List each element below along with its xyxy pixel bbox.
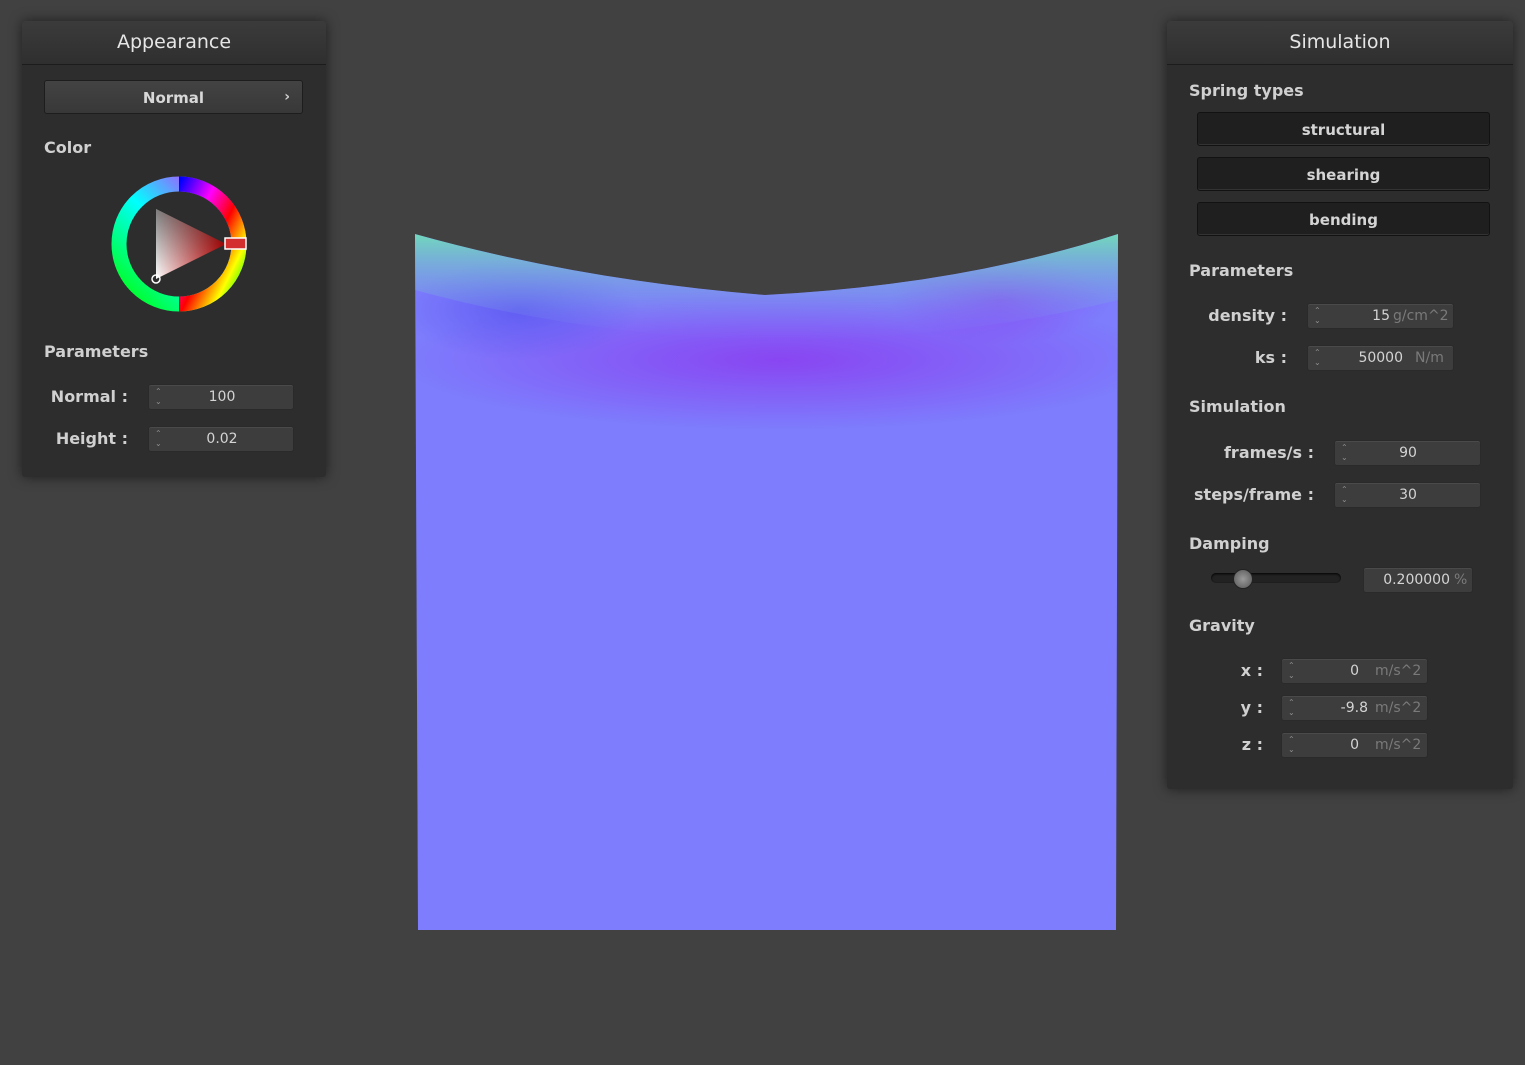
spinner-icon[interactable]: ⌃ ⌄ (1288, 698, 1295, 718)
structural-button[interactable]: structural (1197, 112, 1490, 146)
density-label: density : (1208, 306, 1287, 325)
appearance-parameters-label: Parameters (44, 342, 149, 361)
height-value: 0.02 (206, 431, 238, 447)
gravity-x-value: 0 (1350, 663, 1359, 679)
gravity-y-label: y : (1240, 698, 1263, 717)
ks-unit: N/m (1415, 350, 1444, 366)
fps-value: 90 (1399, 445, 1417, 461)
fps-label: frames/s : (1223, 443, 1314, 462)
spinner-icon[interactable]: ⌃ ⌄ (155, 387, 162, 407)
gravity-x-input[interactable]: ⌃ ⌄ 0 m/s^2 (1281, 658, 1428, 684)
gravity-x-label: x : (1240, 661, 1263, 680)
gravity-y-unit: m/s^2 (1375, 700, 1422, 716)
simulation-section-label: Simulation (1189, 397, 1286, 416)
hue-marker (224, 237, 247, 250)
spinner-icon[interactable]: ⌃ ⌄ (1288, 661, 1295, 681)
normal-input[interactable]: ⌃ ⌄ 100 (148, 384, 294, 410)
steps-label: steps/frame : (1194, 485, 1314, 504)
spinner-icon[interactable]: ⌃ ⌄ (1341, 485, 1348, 505)
shader-dropdown[interactable]: Normal › (44, 80, 303, 114)
damping-slider-thumb[interactable] (1233, 569, 1254, 589)
simulation-title: Simulation (1167, 21, 1513, 65)
spinner-icon[interactable]: ⌃ ⌄ (1314, 348, 1321, 368)
ks-label: ks : (1254, 348, 1287, 367)
spinner-icon[interactable]: ⌃ ⌄ (155, 429, 162, 449)
gravity-z-unit: m/s^2 (1375, 737, 1422, 753)
spinner-icon[interactable]: ⌃ ⌄ (1341, 443, 1348, 463)
color-wheel[interactable] (109, 174, 249, 314)
ks-value: 50000 (1358, 350, 1403, 366)
gravity-z-value: 0 (1350, 737, 1359, 753)
normal-label: Normal : (50, 387, 128, 406)
steps-value: 30 (1399, 487, 1417, 503)
bending-button[interactable]: bending (1197, 202, 1490, 236)
normal-value: 100 (208, 389, 236, 405)
chevron-right-icon: › (284, 89, 290, 105)
spinner-icon[interactable]: ⌃ ⌄ (1288, 735, 1295, 755)
density-input[interactable]: ⌃ ⌄ 15 g/cm^2 (1307, 303, 1454, 329)
gravity-z-input[interactable]: ⌃ ⌄ 0 m/s^2 (1281, 732, 1428, 758)
gravity-y-value: -9.8 (1340, 700, 1368, 716)
density-value: 15 (1372, 308, 1390, 324)
height-input[interactable]: ⌃ ⌄ 0.02 (148, 426, 294, 452)
appearance-panel: Appearance Normal › Color Parameters Nor… (22, 21, 326, 477)
appearance-title: Appearance (22, 21, 326, 65)
fps-input[interactable]: ⌃ ⌄ 90 (1334, 440, 1481, 466)
gravity-x-unit: m/s^2 (1375, 663, 1422, 679)
spring-types-label: Spring types (1189, 81, 1304, 100)
shader-dropdown-label: Normal (142, 89, 205, 107)
simulation-panel: Simulation Spring types structural shear… (1167, 21, 1513, 789)
sim-parameters-label: Parameters (1189, 261, 1294, 280)
height-label: Height : (55, 429, 128, 448)
damping-value: 0.200000 (1383, 572, 1450, 588)
steps-input[interactable]: ⌃ ⌄ 30 (1334, 482, 1481, 508)
gravity-z-label: z : (1241, 735, 1263, 754)
damping-input[interactable]: 0.200000 % (1363, 567, 1473, 593)
color-label: Color (44, 138, 92, 157)
damping-slider[interactable] (1211, 569, 1341, 589)
density-unit: g/cm^2 (1393, 308, 1449, 324)
ks-input[interactable]: ⌃ ⌄ 50000 N/m (1307, 345, 1454, 371)
damping-label: Damping (1189, 534, 1270, 553)
spinner-icon[interactable]: ⌃ ⌄ (1314, 306, 1321, 326)
damping-unit: % (1454, 572, 1468, 588)
gravity-y-input[interactable]: ⌃ ⌄ -9.8 m/s^2 (1281, 695, 1428, 721)
shearing-button[interactable]: shearing (1197, 157, 1490, 191)
gravity-label: Gravity (1189, 616, 1255, 635)
